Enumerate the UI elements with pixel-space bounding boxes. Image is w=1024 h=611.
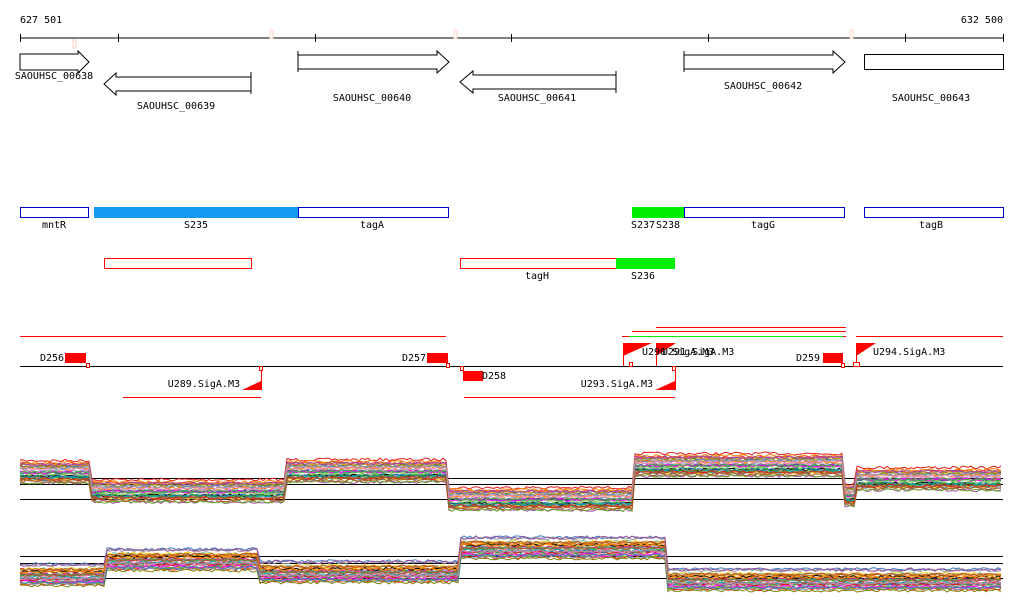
ruler-start: 627 501 [20, 15, 62, 26]
feature-label: S236 [631, 271, 655, 282]
feature-S235[interactable] [94, 207, 298, 218]
gene-arrow[interactable] [297, 49, 450, 75]
feature-tagA[interactable] [298, 207, 449, 218]
site-D259[interactable] [823, 353, 843, 363]
feature-label: tagG [751, 220, 775, 231]
feature-mntR[interactable] [20, 207, 89, 218]
gene-label: SAOUHSC_00639 [137, 101, 215, 112]
expression-tracks [19, 451, 1003, 593]
feature-tagG[interactable] [684, 207, 845, 218]
site-label: D257 [402, 353, 426, 364]
site-label: U291.SigA.M3 [662, 347, 734, 358]
feature-label: S235 [184, 220, 208, 231]
gene-arrow[interactable] [683, 49, 846, 75]
site-D258[interactable] [463, 371, 483, 381]
promoter-U289[interactable] [242, 366, 263, 391]
site-track: D256 D257 D258 D259 U289.SigA.M3 U290.Si… [20, 327, 1003, 398]
gene-label: SAOUHSC_00643 [892, 93, 970, 104]
ruler-marker [72, 39, 77, 49]
site-label: D258 [482, 371, 506, 382]
gene-box[interactable] [864, 54, 1004, 70]
gene-arrow[interactable] [19, 49, 90, 75]
feature-tagH[interactable] [460, 258, 617, 269]
site-label: D256 [40, 353, 64, 364]
ruler: 627 501 632 500 [20, 15, 1004, 49]
feature-track: mntR S235 tagA S237 S238 tagG tagB tagH … [20, 207, 1004, 282]
feature-label: S238 [656, 220, 680, 231]
feature-tagB[interactable] [864, 207, 1004, 218]
site-label: U294.SigA.M3 [873, 347, 945, 358]
feature-label: mntR [42, 220, 67, 231]
site-D256[interactable] [65, 353, 86, 363]
site-label: U289.SigA.M3 [168, 379, 240, 390]
feature-label: tagH [525, 271, 549, 282]
feature-S237[interactable] [632, 207, 684, 218]
ruler-end: 632 500 [961, 15, 1003, 26]
site-label: U293.SigA.M3 [581, 379, 653, 390]
gene-label: SAOUHSC_00638 [15, 71, 93, 82]
gene-arrow[interactable] [103, 71, 252, 97]
feature-red-box[interactable] [104, 258, 252, 269]
gene-arrow[interactable] [459, 69, 617, 95]
site-label: D259 [796, 353, 820, 364]
ruler-marker [269, 29, 274, 39]
site-D257[interactable] [427, 353, 448, 363]
gene-label: SAOUHSC_00641 [498, 93, 576, 104]
ruler-marker [849, 29, 854, 39]
feature-label: tagA [360, 220, 384, 231]
genome-browser: 627 501 632 500 SAOUHSC_00638 SAOUHSC_00… [15, 15, 1004, 593]
ruler-marker [453, 29, 458, 39]
feature-label: S237 [631, 220, 655, 231]
feature-label: tagB [919, 220, 943, 231]
gene-label: SAOUHSC_00640 [333, 93, 411, 104]
promoter-U293[interactable] [655, 366, 676, 391]
gene-label: SAOUHSC_00642 [724, 81, 802, 92]
feature-S236[interactable] [616, 258, 675, 269]
gene-track: SAOUHSC_00638 SAOUHSC_00639 SAOUHSC_0064… [15, 49, 1004, 112]
